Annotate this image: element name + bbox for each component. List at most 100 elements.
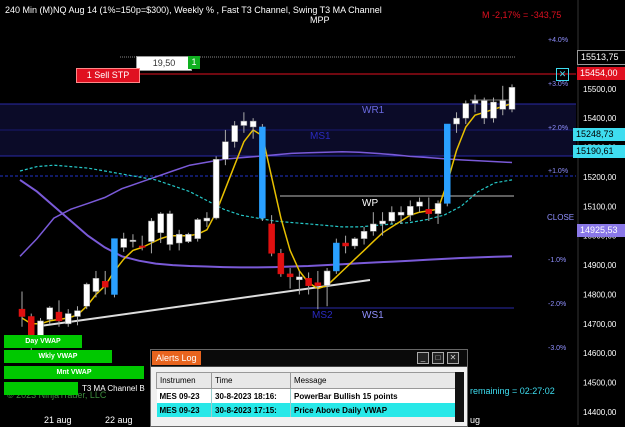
candle-body[interactable] <box>397 211 405 216</box>
candle-body[interactable] <box>240 120 248 126</box>
x-tick-label-2: ug <box>470 415 480 425</box>
sell-stop-label: 1 Sell STP <box>86 70 130 80</box>
y-tick-label: 15500,00 <box>583 85 617 94</box>
candle-body[interactable] <box>46 307 53 320</box>
candle-body[interactable] <box>83 283 90 307</box>
candle-body[interactable] <box>138 245 146 248</box>
candle-body[interactable] <box>342 242 349 247</box>
row-instrument: MES 09-23 <box>156 403 212 417</box>
candle-body[interactable] <box>259 126 266 219</box>
candle-body[interactable] <box>268 223 275 254</box>
candle-body[interactable] <box>129 239 137 242</box>
row-instrument: MES 09-23 <box>156 388 212 403</box>
candle-body[interactable] <box>444 123 451 204</box>
pct-label: -2.0% <box>548 301 566 308</box>
monthly-vwap-button[interactable]: Mnt VWAP <box>4 366 144 379</box>
candle-body[interactable] <box>453 117 460 125</box>
candle-body[interactable] <box>425 208 433 214</box>
order-count: 1 <box>191 57 197 67</box>
candle-body[interactable] <box>508 87 516 110</box>
yearly-vwap-button[interactable] <box>4 382 78 395</box>
chart-title: 240 Min (M)NQ Aug 14 (1%=150p=$300), Wee… <box>5 5 382 15</box>
wr1-label: WR1 <box>362 105 385 116</box>
candle-body[interactable] <box>277 253 285 275</box>
candle-body[interactable] <box>323 270 331 286</box>
order-quantity: 19,50 <box>152 58 176 68</box>
candle-body[interactable] <box>286 273 294 278</box>
col-instrument[interactable]: Instrumen <box>156 372 212 389</box>
x-icon[interactable]: ✕ <box>556 68 569 81</box>
price-tag-last: 15513,75 <box>577 50 625 65</box>
candle-body[interactable] <box>370 223 377 232</box>
candle-body[interactable] <box>471 100 479 104</box>
close-label: CLOSE <box>547 213 574 222</box>
y-tick-label: 14500,00 <box>583 379 617 388</box>
candle-body[interactable] <box>148 220 155 242</box>
pct-label: +2.0% <box>548 125 568 132</box>
table-row[interactable]: MES 09-23 30-8-2023 17:15: Price Above D… <box>156 403 456 417</box>
close-icon[interactable]: ✕ <box>447 352 459 364</box>
candle-body[interactable] <box>490 101 497 119</box>
candle-body[interactable] <box>203 217 211 222</box>
table-row[interactable]: MES 09-23 30-8-2023 18:16: PowerBar Bull… <box>156 388 456 403</box>
pct-label: -3.0% <box>548 345 566 352</box>
candle-body[interactable] <box>314 282 322 286</box>
price-tag-channel-upper: 15248,73 <box>573 128 625 141</box>
row-message: Price Above Daily VWAP <box>290 403 456 417</box>
wp-label: WP <box>362 198 378 209</box>
day-vwap-button[interactable]: Day VWAP <box>4 335 82 348</box>
x-tick-label-1: 22 aug <box>105 415 133 425</box>
candle-body[interactable] <box>92 278 100 292</box>
candle-body[interactable] <box>416 201 423 207</box>
candle-body[interactable] <box>407 206 414 216</box>
y-tick-label: 14700,00 <box>583 320 617 329</box>
order-count-box[interactable]: 1 <box>188 56 200 69</box>
alerts-titlebar[interactable]: Alerts Log _ □ ✕ <box>151 350 467 367</box>
candle-body[interactable] <box>499 100 507 110</box>
candle-body[interactable] <box>351 238 359 247</box>
alerts-log-window[interactable]: Alerts Log _ □ ✕ Instrumen Time Message … <box>150 349 468 427</box>
candle-body[interactable] <box>434 203 442 214</box>
candle-body[interactable] <box>379 220 386 225</box>
candle-body[interactable] <box>305 278 312 286</box>
order-quantity-box[interactable]: 19,50 <box>136 56 192 71</box>
col-message[interactable]: Message <box>290 372 456 389</box>
col-time[interactable]: Time <box>211 372 291 389</box>
candle-body[interactable] <box>157 213 164 234</box>
maximize-icon[interactable]: □ <box>432 352 444 364</box>
row-time: 30-8-2023 17:15: <box>211 403 291 417</box>
y-tick-label: 15200,00 <box>583 173 617 182</box>
candle-body[interactable] <box>55 311 63 322</box>
candle-body[interactable] <box>333 242 340 272</box>
candle-body[interactable] <box>120 238 127 248</box>
pct-label: +1.0% <box>548 168 568 175</box>
candle-body[interactable] <box>231 125 238 142</box>
price-tag-sell-stop: 15454,00 <box>577 67 625 80</box>
candle-body[interactable] <box>481 100 488 119</box>
candle-body[interactable] <box>64 313 72 325</box>
alerts-title: Alerts Log <box>152 351 201 365</box>
candle-body[interactable] <box>194 219 201 239</box>
candle-body[interactable] <box>185 233 192 242</box>
minimize-icon[interactable]: _ <box>417 352 429 364</box>
candle-body[interactable] <box>212 159 220 219</box>
candle-body[interactable] <box>18 308 26 317</box>
candle-body[interactable] <box>111 238 118 295</box>
candle-body[interactable] <box>249 120 257 128</box>
weekly-vwap-button[interactable]: Wkly VWAP <box>4 350 112 363</box>
y-tick-label: 14800,00 <box>583 290 617 299</box>
candle-body[interactable] <box>175 233 183 244</box>
candle-body[interactable] <box>101 280 109 288</box>
candle-body[interactable] <box>462 103 470 119</box>
candle-body[interactable] <box>222 141 229 160</box>
candle-body[interactable] <box>74 310 81 317</box>
y-tick-label: 15100,00 <box>583 202 617 211</box>
candle-body[interactable] <box>166 213 174 245</box>
alerts-scrollbar[interactable] <box>455 372 464 422</box>
sell-stop-order-tag[interactable]: 1 Sell STP <box>76 68 140 83</box>
mpp-label: MPP <box>310 15 330 25</box>
candle-body[interactable] <box>360 231 368 239</box>
candle-body[interactable] <box>296 276 303 281</box>
alerts-table: Instrumen Time Message MES 09-23 30-8-20… <box>156 372 456 417</box>
candle-body[interactable] <box>388 211 396 222</box>
